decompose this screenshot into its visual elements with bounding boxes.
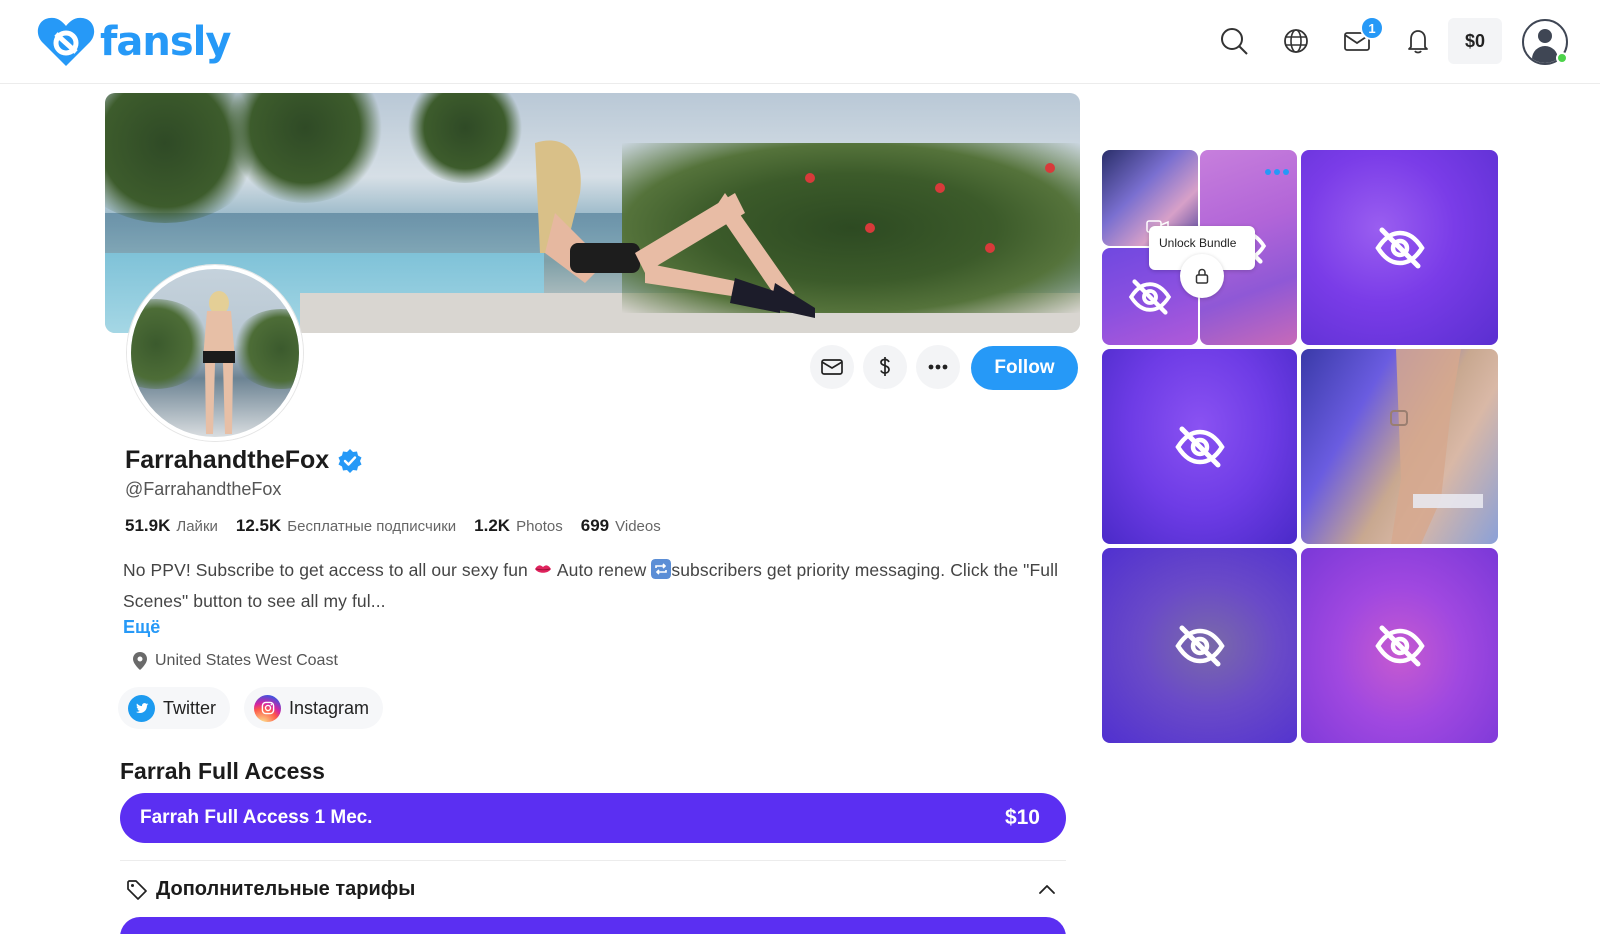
hidden-eye-icon [1174, 625, 1225, 666]
messages-button[interactable]: 1 [1338, 16, 1384, 60]
instagram-label: Instagram [289, 697, 370, 718]
fansly-logo[interactable]: fansly [36, 16, 231, 68]
divider [120, 860, 1066, 861]
location-pin-icon [133, 652, 147, 670]
globe-icon [1284, 29, 1308, 53]
twitter-icon [135, 703, 148, 714]
stat-likes: 51.9K Лайки [125, 516, 218, 535]
search-button[interactable] [1215, 22, 1253, 60]
extra-tiers-toggle[interactable]: Дополнительные тарифы [126, 878, 1066, 901]
bundle-more-dots-icon[interactable] [1265, 169, 1289, 175]
search-icon [1221, 28, 1248, 55]
tag-icon [127, 879, 147, 900]
envelope-icon [821, 359, 843, 375]
display-name-row: FarrahandtheFox [125, 446, 363, 475]
hidden-eye-icon [1174, 426, 1225, 467]
media-tile-5[interactable] [1102, 548, 1297, 743]
profile-stats: 51.9K Лайки 12.5K Бесплатные подписчики 1.… [125, 516, 679, 536]
display-name: FarrahandtheFox [125, 446, 330, 474]
subscribe-tier-button[interactable]: Farrah Full Access 1 Мес. $10 [120, 793, 1066, 843]
username-handle: @FarrahandtheFox [125, 479, 282, 499]
stat-videos[interactable]: 699 Videos [581, 516, 661, 536]
media-tile-6[interactable] [1301, 548, 1498, 743]
kiss-lips-icon [534, 565, 551, 573]
location: United States West Coast [133, 652, 338, 670]
instagram-icon [261, 701, 274, 715]
media-tile-2[interactable] [1301, 150, 1498, 345]
hidden-eye-icon [1374, 227, 1425, 268]
instagram-link[interactable]: Instagram [244, 687, 384, 729]
message-creator-button[interactable] [810, 345, 854, 389]
location-text: United States West Coast [155, 652, 338, 669]
repeat-icon [651, 559, 672, 579]
more-options-button[interactable] [916, 345, 960, 389]
media-tile-3[interactable] [1102, 349, 1297, 544]
twitter-label: Twitter [163, 697, 217, 718]
brand-name: fansly [100, 19, 231, 65]
wallet-balance-button[interactable]: $0 [1448, 18, 1502, 64]
top-bar: fansly 1 $0 [0, 0, 1600, 84]
dollar-icon [880, 357, 890, 376]
additional-tier-button[interactable] [120, 917, 1066, 934]
avatar-figure [203, 291, 235, 434]
stat-free-subscribers: 12.5K Бесплатные подписчики [235, 516, 457, 535]
online-status-dot [1556, 52, 1568, 64]
language-button[interactable] [1277, 22, 1315, 60]
hidden-eye-icon [1128, 278, 1172, 315]
media-tile-4-preview[interactable] [1301, 349, 1498, 544]
profile-avatar[interactable] [127, 265, 303, 441]
more-dots-icon [928, 364, 948, 370]
twitter-link[interactable]: Twitter [118, 687, 231, 729]
notifications-button[interactable] [1399, 22, 1437, 60]
subscription-title: Farrah Full Access [120, 758, 325, 784]
lock-icon [1195, 268, 1209, 284]
follow-button[interactable]: Follow [971, 346, 1078, 390]
unlock-bundle-lock-button[interactable] [1180, 254, 1224, 298]
chevron-up-icon [1039, 884, 1055, 894]
banner-figure [535, 140, 815, 318]
tier-name: Farrah Full Access 1 Мес. [140, 807, 373, 828]
profile-bio: No PPV! Subscribe to get access to all o… [123, 559, 1059, 611]
extra-tiers-label: Дополнительные тарифы [156, 878, 416, 900]
bio-more-link[interactable]: Ещё [123, 617, 160, 638]
heart-logo-icon [37, 17, 95, 66]
tip-button[interactable] [863, 345, 907, 389]
hidden-eye-icon [1374, 625, 1425, 666]
tier-price: $10 [1004, 806, 1040, 829]
bell-icon [1408, 30, 1428, 54]
messages-badge: 1 [1360, 16, 1384, 40]
stat-photos[interactable]: 1.2K Photos [474, 516, 563, 536]
preview-figure [1390, 349, 1483, 544]
verified-badge-icon [338, 448, 362, 473]
